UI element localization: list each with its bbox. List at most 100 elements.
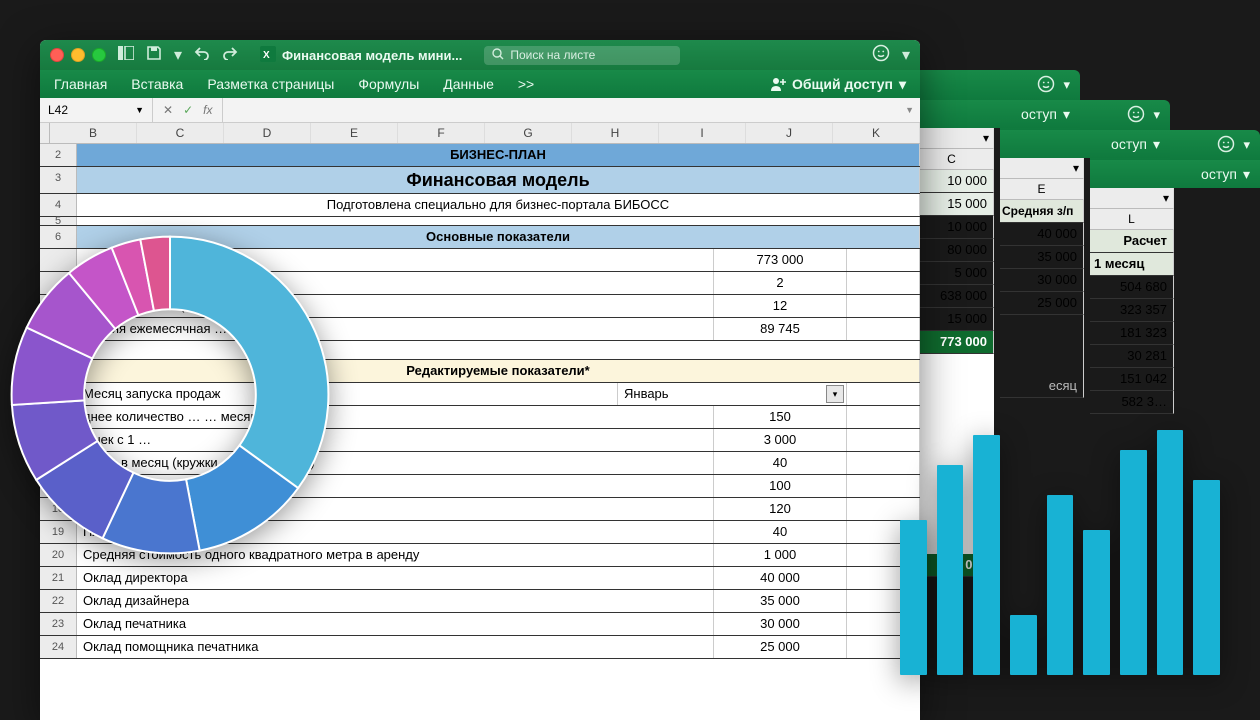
ribbon: Главная Вставка Разметка страницы Формул… — [40, 70, 920, 98]
dropdown-icon[interactable]: ▼ — [135, 105, 144, 115]
col-header[interactable]: B — [50, 123, 137, 143]
row-header[interactable]: 24 — [40, 636, 77, 658]
maximize-icon[interactable] — [92, 48, 106, 62]
chevron-down-icon: ▾ — [899, 76, 906, 93]
cell[interactable]: 100 — [714, 475, 847, 497]
col-header[interactable]: I — [659, 123, 746, 143]
row-header[interactable]: 21 — [40, 567, 77, 589]
cancel-icon[interactable]: ✕ — [163, 103, 173, 117]
cell[interactable]: 15 000 — [910, 308, 994, 331]
titlebar: ▾ X Финансовая модель мини... Поиск на л… — [40, 40, 920, 70]
donut-chart — [5, 230, 335, 560]
subtitle-cell[interactable]: Финансовая модель — [77, 167, 920, 193]
bar — [1047, 495, 1074, 675]
cell[interactable]: 638 000 — [910, 285, 994, 308]
cell[interactable]: 15 000 — [910, 193, 994, 216]
chevron-down-icon: ▾ — [1153, 136, 1160, 153]
column-headers: B C D E F G H I J K — [40, 123, 920, 144]
chevron-down-icon[interactable]: ▾ — [174, 45, 182, 65]
tab-insert[interactable]: Вставка — [131, 76, 183, 92]
redo-icon[interactable] — [222, 46, 238, 65]
smile-icon — [1127, 105, 1145, 126]
col-header[interactable]: H — [572, 123, 659, 143]
name-box[interactable]: L42 ▼ — [40, 98, 153, 122]
row-header[interactable]: 2 — [40, 144, 77, 166]
formula-input[interactable] — [222, 98, 899, 122]
cell[interactable]: 5 000 — [910, 262, 994, 285]
tab-home[interactable]: Главная — [54, 76, 107, 92]
close-icon[interactable] — [50, 48, 64, 62]
bar-chart — [900, 425, 1220, 675]
share-button[interactable]: Общий доступ ▾ — [770, 76, 906, 93]
cell[interactable]: 12 — [714, 295, 847, 317]
smile-icon — [1037, 75, 1055, 96]
select-all-corner[interactable] — [40, 123, 50, 143]
col-header[interactable]: E — [311, 123, 398, 143]
cell[interactable]: 40 000 — [714, 567, 847, 589]
cell[interactable]: 773 000 — [714, 249, 847, 271]
row-header[interactable]: 22 — [40, 590, 77, 612]
dropdown-cell[interactable]: Январь▾ — [618, 383, 847, 405]
fx-label[interactable]: fx — [203, 103, 212, 117]
save-icon[interactable] — [146, 45, 162, 66]
row-header[interactable]: 23 — [40, 613, 77, 635]
cell[interactable]: 1 000 — [714, 544, 847, 566]
chevron-down-icon: ▾ — [1243, 166, 1250, 183]
col-header[interactable]: K — [833, 123, 920, 143]
undo-icon[interactable] — [194, 46, 210, 65]
row-header[interactable]: 3 — [40, 167, 77, 193]
bar — [937, 465, 964, 675]
cell[interactable]: 40 — [714, 452, 847, 474]
cell[interactable]: 80 000 — [910, 239, 994, 262]
tab-formulas[interactable]: Формулы — [358, 76, 419, 92]
minimize-icon[interactable] — [71, 48, 85, 62]
cell-total[interactable]: 773 000 — [910, 331, 994, 354]
col-header-c[interactable]: C — [910, 149, 994, 170]
cell[interactable]: 2 — [714, 272, 847, 294]
cell[interactable]: Оклад директора — [77, 567, 714, 589]
cell[interactable]: Оклад помощника печатника — [77, 636, 714, 658]
col-header[interactable]: F — [398, 123, 485, 143]
cell[interactable]: Оклад дизайнера — [77, 590, 714, 612]
cell[interactable]: 10 000 — [910, 170, 994, 193]
smile-icon[interactable] — [872, 44, 890, 67]
title-cell[interactable]: БИЗНЕС-ПЛАН — [77, 144, 920, 166]
cell[interactable]: Оклад печатника — [77, 613, 714, 635]
bar — [1193, 480, 1220, 675]
cell[interactable]: 30 000 — [714, 613, 847, 635]
stub-titlebar-2: ▾ — [910, 70, 1080, 100]
bar — [973, 435, 1000, 675]
expand-fxbar-icon[interactable]: ▼ — [899, 105, 920, 115]
cell[interactable]: 120 — [714, 498, 847, 520]
tab-more[interactable]: >> — [518, 76, 534, 92]
chevron-down-icon[interactable]: ▾ — [902, 45, 910, 65]
cell[interactable]: Подготовлена специально для бизнес-порта… — [77, 194, 920, 216]
window-title: X Финансовая модель мини... — [260, 46, 462, 65]
cell[interactable]: 10 000 — [910, 216, 994, 239]
dropdown-icon[interactable]: ▾ — [826, 385, 844, 403]
row-header[interactable]: 4 — [40, 194, 77, 216]
filter-dropdown-icon[interactable]: ▾ — [983, 128, 989, 148]
window-controls — [50, 48, 106, 62]
cell[interactable]: 35 000 — [714, 590, 847, 612]
search-input[interactable]: Поиск на листе — [484, 46, 680, 65]
panel-icon[interactable] — [118, 46, 134, 65]
cell[interactable]: 150 — [714, 406, 847, 428]
row-header[interactable]: 5 — [40, 217, 77, 225]
chevron-down-icon: ▾ — [1063, 106, 1070, 123]
col-header[interactable]: G — [485, 123, 572, 143]
check-icon[interactable]: ✓ — [183, 103, 193, 117]
tab-page-layout[interactable]: Разметка страницы — [207, 76, 334, 92]
smile-icon — [1217, 135, 1235, 156]
cell[interactable]: 89 745 — [714, 318, 847, 340]
cell[interactable]: 3 000 — [714, 429, 847, 451]
tab-data[interactable]: Данные — [443, 76, 494, 92]
col-header[interactable]: D — [224, 123, 311, 143]
col-header[interactable]: J — [746, 123, 833, 143]
cell[interactable]: 40 — [714, 521, 847, 543]
cell[interactable]: 25 000 — [714, 636, 847, 658]
bar — [1157, 430, 1184, 675]
col-header[interactable]: C — [137, 123, 224, 143]
bar — [1120, 450, 1147, 675]
bar — [900, 520, 927, 675]
